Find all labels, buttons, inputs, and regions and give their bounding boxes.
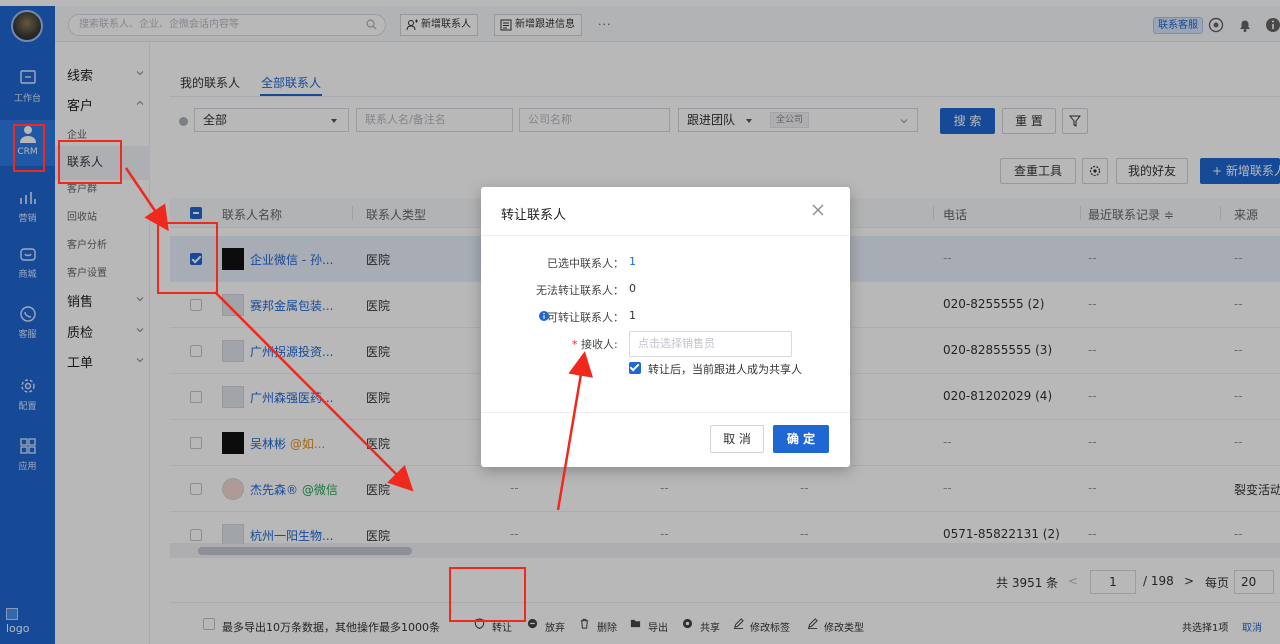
- share-after-transfer-label: 转让后，当前跟进人成为共享人: [648, 363, 802, 376]
- dialog-cancel-button[interactable]: 取 消: [710, 425, 764, 453]
- can-transfer-label: 可转让联系人：: [547, 311, 624, 324]
- cannot-transfer-value: 0: [629, 282, 636, 295]
- dialog-footer-divider: [481, 412, 850, 413]
- share-after-transfer-checkbox[interactable]: [629, 362, 641, 374]
- selected-count-label: 已选中联系人：: [547, 257, 624, 270]
- annotation-crm-box: [13, 124, 45, 172]
- annotation-transfer-box: [449, 567, 526, 622]
- receiver-select-input[interactable]: 点击选择销售员: [629, 331, 792, 357]
- dialog-header-divider: [481, 235, 850, 236]
- selected-count-value: 1: [629, 255, 636, 268]
- dialog-title: 转让联系人: [501, 208, 567, 223]
- can-transfer-value: 1: [629, 309, 636, 322]
- cannot-transfer-label: 无法转让联系人：: [536, 284, 624, 297]
- close-icon[interactable]: [812, 204, 824, 216]
- required-mark: *: [572, 338, 578, 351]
- transfer-contact-dialog: 转让联系人 已选中联系人： 1 无法转让联系人： 0 可转让联系人： 1 * 接…: [481, 187, 850, 467]
- annotation-contacts-box: [58, 140, 122, 184]
- dialog-confirm-button[interactable]: 确 定: [773, 425, 829, 453]
- annotation-checkbox-box: [157, 222, 218, 294]
- receiver-label: 接收人:: [581, 338, 618, 351]
